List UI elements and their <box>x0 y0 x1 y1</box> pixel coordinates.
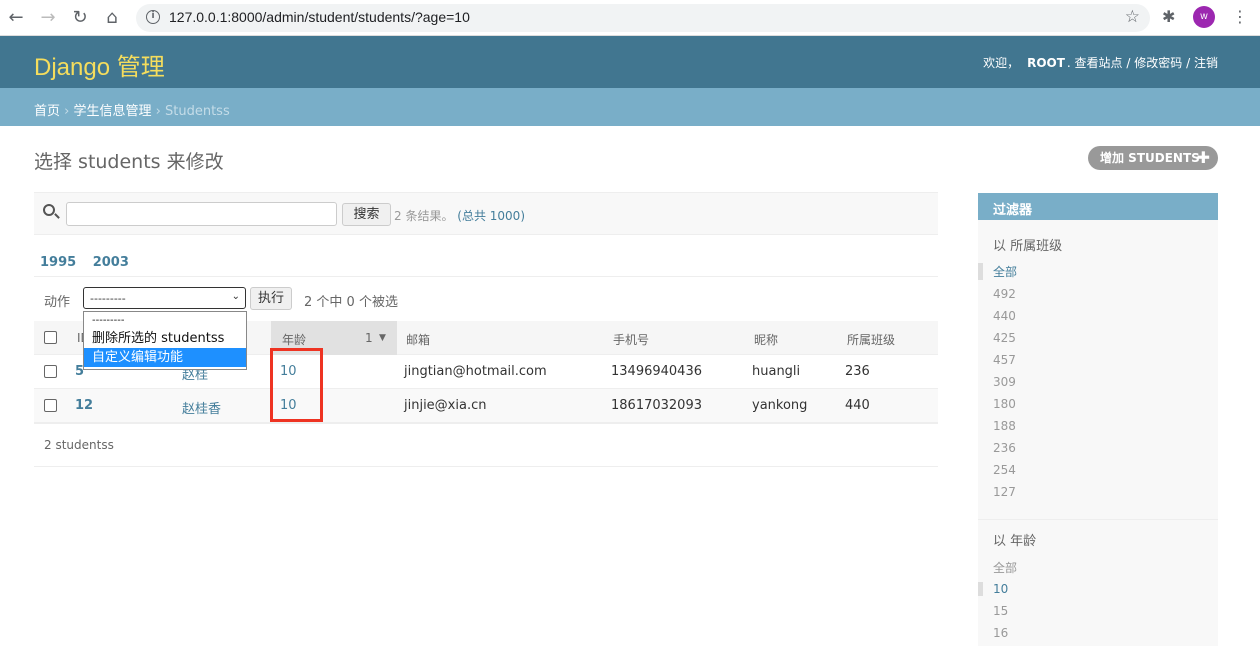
col-class[interactable]: 所属班级 <box>847 331 895 348</box>
row-id-link[interactable]: 12 <box>75 398 93 413</box>
breadcrumb-separator: › <box>155 104 161 119</box>
paginator: 2 studentss <box>34 423 938 467</box>
back-icon[interactable]: ← <box>5 7 27 29</box>
row-checkbox[interactable] <box>44 365 57 378</box>
col-age[interactable]: 年龄 <box>282 331 306 348</box>
breadcrumb: 首页 › 学生信息管理 › Studentss <box>0 88 1260 126</box>
browser-toolbar: ← → ↻ ⌂ i 127.0.0.1:8000/admin/student/s… <box>0 0 1260 36</box>
add-students-button[interactable]: 增加 STUDENTS ✚ <box>1088 146 1218 170</box>
sort-priority: 1 <box>365 331 373 345</box>
address-bar[interactable]: i 127.0.0.1:8000/admin/student/students/… <box>136 4 1150 32</box>
filter-item[interactable]: 180 <box>978 397 1016 411</box>
filter-item[interactable]: 127 <box>978 485 1016 499</box>
date-hierarchy: 1995 2003 <box>34 246 938 277</box>
sort-desc-icon[interactable]: ▼ <box>379 333 386 343</box>
filter-item[interactable]: 16 <box>978 626 1008 640</box>
actions-label: 动作 <box>44 295 71 310</box>
url-text[interactable]: 127.0.0.1:8000/admin/student/students/?a… <box>169 9 470 25</box>
row-phone: 13496940436 <box>611 364 702 379</box>
col-email[interactable]: 邮箱 <box>406 331 430 348</box>
user-tools: 欢迎， ROOT. 查看站点 / 修改密码 / 注销 <box>983 56 1218 70</box>
bookmark-star-icon[interactable]: ☆ <box>1125 7 1140 27</box>
table-row: 12 赵桂香 10 jinjie@xia.cn 18617032093 yank… <box>34 389 938 423</box>
row-phone: 18617032093 <box>611 398 702 413</box>
date-link-1995[interactable]: 1995 <box>40 255 76 270</box>
filter-item[interactable]: 425 <box>978 331 1016 345</box>
row-nickname: yankong <box>752 398 808 413</box>
breadcrumb-separator: › <box>64 104 70 119</box>
row-class: 440 <box>845 398 870 413</box>
total-link[interactable]: (总共 1000) <box>457 209 525 223</box>
run-action-button[interactable]: 执行 <box>250 287 292 310</box>
row-class: 236 <box>845 364 870 379</box>
col-nickname[interactable]: 昵称 <box>754 331 778 348</box>
actions-bar: 动作 --------- ⌄ 执行 2 个中 0 个被选 <box>34 285 938 313</box>
home-icon[interactable]: ⌂ <box>101 7 123 29</box>
filter-item[interactable]: 15 <box>978 604 1008 618</box>
filter-item[interactable]: 236 <box>978 441 1016 455</box>
reload-icon[interactable]: ↻ <box>69 7 91 29</box>
filter-divider <box>978 519 1218 520</box>
view-site-link[interactable]: 查看站点 <box>1075 56 1123 70</box>
dropdown-option[interactable]: --------- <box>84 312 246 329</box>
action-dropdown-menu: --------- 删除所选的 studentss 自定义编辑功能 <box>83 311 247 370</box>
profile-avatar[interactable]: w <box>1193 6 1215 28</box>
breadcrumb-app[interactable]: 学生信息管理 <box>74 104 152 119</box>
filter-title: 过滤器 <box>978 193 1218 220</box>
date-link-2003[interactable]: 2003 <box>93 255 129 270</box>
page-title: 选择 students 来修改 <box>34 151 224 173</box>
search-input[interactable] <box>66 202 337 226</box>
extensions-icon[interactable]: ✱ <box>1162 7 1175 26</box>
highlight-annotation <box>270 348 323 422</box>
logout-link[interactable]: 注销 <box>1194 56 1218 70</box>
username: ROOT <box>1027 56 1065 70</box>
filter-item[interactable]: 188 <box>978 419 1016 433</box>
select-all-checkbox[interactable] <box>44 331 57 344</box>
results-text: 2 条结果。 <box>394 209 454 223</box>
row-nickname: huangli <box>752 364 801 379</box>
row-email: jingtian@hotmail.com <box>404 364 547 379</box>
info-icon[interactable]: i <box>146 10 160 24</box>
admin-header: Django 管理 欢迎， ROOT. 查看站点 / 修改密码 / 注销 <box>0 36 1260 88</box>
filter-item[interactable]: 309 <box>978 375 1016 389</box>
filter-item[interactable]: 457 <box>978 353 1016 367</box>
forward-icon[interactable]: → <box>37 7 59 29</box>
dropdown-option[interactable]: 删除所选的 studentss <box>84 329 246 348</box>
selection-counter: 2 个中 0 个被选 <box>304 295 398 310</box>
separator: / <box>1186 56 1191 70</box>
row-name: 赵桂香 <box>182 402 222 417</box>
action-select[interactable]: --------- ⌄ <box>83 287 246 309</box>
filter-item[interactable]: 全部 <box>978 263 1017 280</box>
search-results-count: 2 条结果。 (总共 1000) <box>394 207 525 224</box>
col-phone[interactable]: 手机号 <box>613 331 649 348</box>
add-button-label: 增加 STUDENTS <box>1100 151 1200 165</box>
action-select-value: --------- <box>90 292 126 305</box>
search-icon <box>43 204 55 216</box>
filter-item[interactable]: 254 <box>978 463 1016 477</box>
filter-sidebar: 过滤器 以 所属班级 全部 492 440 425 457 309 180 18… <box>978 193 1218 646</box>
filter-heading-age: 以 年龄 <box>993 534 1037 549</box>
filter-heading-class: 以 所属班级 <box>993 239 1063 254</box>
welcome-text: 欢迎， <box>983 56 1020 70</box>
row-checkbox[interactable] <box>44 399 57 412</box>
row-email: jinjie@xia.cn <box>404 398 487 413</box>
change-password-link[interactable]: 修改密码 <box>1134 56 1182 70</box>
breadcrumb-home[interactable]: 首页 <box>34 104 60 119</box>
plus-icon: ✚ <box>1196 148 1210 167</box>
breadcrumb-current: Studentss <box>165 104 230 119</box>
filter-item[interactable]: 全部 <box>978 559 1017 576</box>
menu-kebab-icon[interactable]: ⋮ <box>1232 6 1248 28</box>
filter-item[interactable]: 492 <box>978 287 1016 301</box>
site-brand[interactable]: Django 管理 <box>34 47 165 82</box>
filter-item[interactable]: 440 <box>978 309 1016 323</box>
filter-item[interactable]: 10 <box>978 582 1008 596</box>
search-button[interactable]: 搜索 <box>342 203 391 226</box>
chevron-down-icon: ⌄ <box>231 291 240 302</box>
dropdown-option-highlighted[interactable]: 自定义编辑功能 <box>84 348 246 367</box>
separator: / <box>1126 56 1131 70</box>
search-toolbar: 搜索 2 条结果。 (总共 1000) <box>34 192 938 235</box>
